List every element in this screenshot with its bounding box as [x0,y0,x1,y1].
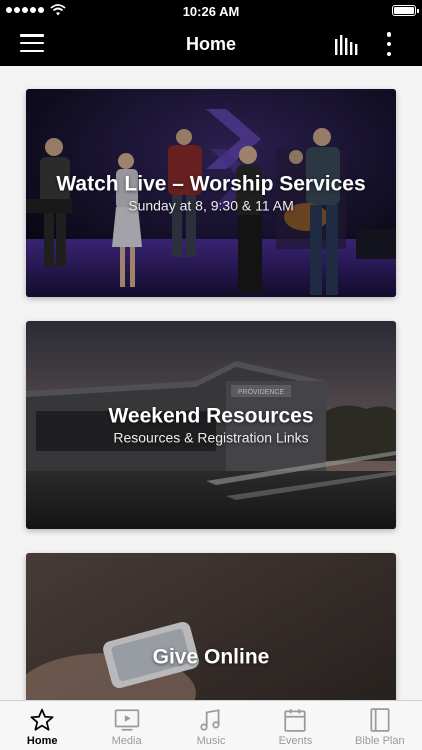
card-text: Give Online [26,645,396,670]
status-bar: 10:26 AM [0,0,422,22]
calendar-icon [284,709,307,732]
audio-bars-icon[interactable] [334,33,358,55]
tab-label: Music [196,735,226,747]
card-watch-live[interactable]: Watch Live – Worship Services Sunday at … [26,89,396,297]
star-icon [30,708,54,731]
tab-events[interactable]: Events [253,701,337,750]
music-note-icon [200,709,220,731]
card-title: Watch Live – Worship Services [56,172,366,196]
page-title: Home [185,34,236,54]
tab-home[interactable]: Home [0,701,84,750]
card-title: Give Online [152,645,270,669]
tab-label: Events [278,735,313,747]
card-subtitle: Sunday at 8, 9:30 & 11 AM [128,197,294,214]
tab-label: Bible Plan [355,735,405,747]
book-icon [370,708,390,732]
card-subtitle: Resources & Registration Links [113,429,309,446]
card-text: Weekend Resources Resources & Registrati… [26,404,396,447]
battery-icon [392,5,419,16]
tab-bible-plan[interactable]: Bible Plan [338,701,422,750]
tab-music[interactable]: Music [169,701,253,750]
tab-label: Home [26,735,58,747]
card-text: Watch Live – Worship Services Sunday at … [26,172,396,215]
card-title: Weekend Resources [108,404,314,428]
more-options-icon[interactable] [384,32,394,56]
tab-media[interactable]: Media [84,701,168,750]
card-give-online[interactable]: Give Online [26,553,396,700]
tab-label: Media [111,735,142,747]
tab-bar: Home Media Music Events Bible Plan [0,700,422,750]
card-weekend-resources[interactable]: PROVIDENCE Weekend Resources Resources &… [26,321,396,529]
home-feed: Watch Live – Worship Services Sunday at … [0,66,422,700]
status-time: 10:26 AM [182,4,240,19]
nav-bar: Home [0,22,422,66]
phone-in-hand-image [26,553,396,700]
play-screen-icon [114,709,139,731]
